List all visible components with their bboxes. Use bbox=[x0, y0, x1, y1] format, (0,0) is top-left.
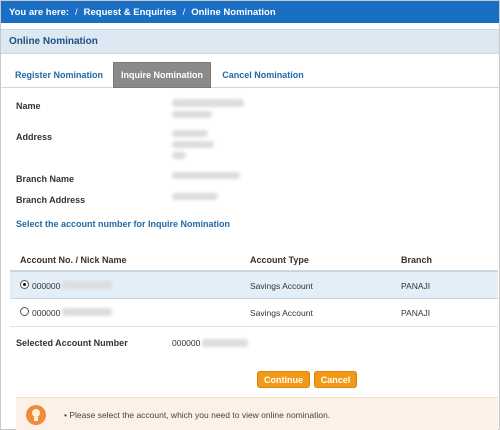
account-radio[interactable] bbox=[20, 280, 29, 289]
redacted-branch-address bbox=[172, 193, 218, 200]
tab-inquire-nomination[interactable]: Inquire Nomination bbox=[113, 62, 211, 88]
account-number: 000000 bbox=[32, 281, 61, 291]
panel-title: Online Nomination bbox=[1, 29, 499, 54]
notice-message: Please select the account, which you nee… bbox=[69, 410, 331, 420]
breadcrumb-item-request-enquiries[interactable]: Request & Enquiries bbox=[84, 7, 177, 18]
column-header-branch: Branch bbox=[401, 255, 433, 265]
branch-address-label: Branch Address bbox=[16, 195, 86, 205]
table-row[interactable]: 000000 Savings Account PANAJI bbox=[10, 271, 498, 299]
address-label: Address bbox=[16, 132, 53, 142]
info-notice: • Please select the account, which you n… bbox=[16, 397, 498, 430]
breadcrumb: You are here: / Request & Enquiries / On… bbox=[1, 1, 499, 23]
page-title: Online Nomination bbox=[9, 36, 98, 47]
branch-name: PANAJI bbox=[401, 281, 431, 291]
column-header-account-type: Account Type bbox=[250, 255, 309, 265]
tab-register-nomination[interactable]: Register Nomination bbox=[11, 62, 107, 88]
account-type: Savings Account bbox=[250, 281, 313, 291]
selected-account-value: 000000 bbox=[172, 338, 201, 348]
branch-name-label: Branch Name bbox=[16, 174, 75, 184]
breadcrumb-separator: / bbox=[75, 6, 78, 18]
table-row[interactable]: 000000 Savings Account PANAJI bbox=[10, 299, 498, 327]
account-type: Savings Account bbox=[250, 308, 313, 318]
redacted-name bbox=[172, 99, 244, 107]
selected-account-label: Selected Account Number bbox=[16, 338, 128, 348]
continue-button[interactable]: Continue bbox=[257, 371, 310, 388]
breadcrumb-prefix: You are here: bbox=[9, 6, 70, 18]
redacted-address bbox=[172, 130, 208, 137]
redacted-account-digits bbox=[62, 308, 112, 316]
redacted-account-digits bbox=[62, 281, 112, 289]
breadcrumb-separator: / bbox=[182, 6, 186, 18]
tab-bar: Register Nomination Inquire Nomination C… bbox=[1, 61, 499, 88]
lightbulb-icon bbox=[26, 405, 46, 425]
account-number: 000000 bbox=[32, 308, 61, 318]
breadcrumb-item-online-nomination[interactable]: Online Nomination bbox=[191, 7, 275, 18]
redacted-address bbox=[172, 141, 214, 148]
column-header-account: Account No. / Nick Name bbox=[20, 255, 127, 265]
redacted-branch-name bbox=[172, 172, 240, 179]
redacted-address bbox=[172, 152, 186, 159]
select-account-prompt: Select the account number for Inquire No… bbox=[16, 219, 231, 229]
cancel-button[interactable]: Cancel bbox=[314, 371, 357, 388]
accounts-table-header: Account No. / Nick Name Account Type Bra… bbox=[10, 249, 498, 271]
name-label: Name bbox=[16, 101, 41, 111]
redacted-selected-account-digits bbox=[202, 339, 248, 347]
notice-text: • Please select the account, which you n… bbox=[64, 410, 331, 420]
redacted-name bbox=[172, 111, 212, 118]
account-radio[interactable] bbox=[20, 307, 29, 316]
branch-name: PANAJI bbox=[401, 308, 431, 318]
tab-cancel-nomination[interactable]: Cancel Nomination bbox=[217, 62, 309, 88]
